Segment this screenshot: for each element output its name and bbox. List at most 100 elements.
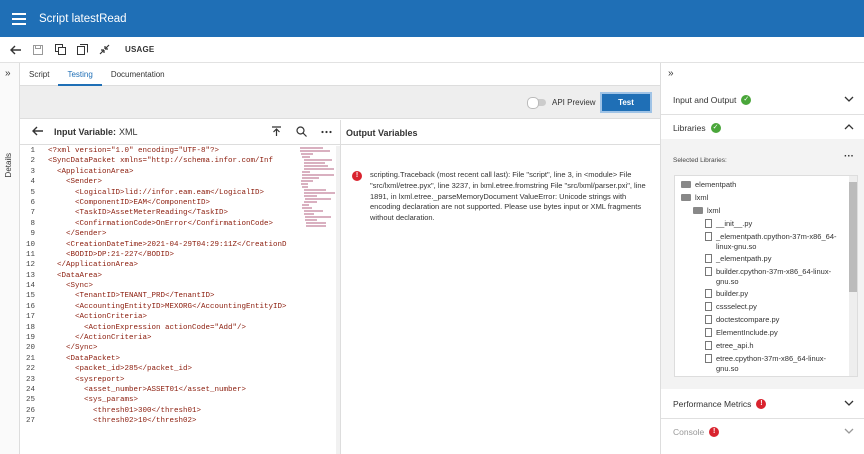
chevron-down-icon[interactable]: [844, 426, 854, 436]
tree-folder[interactable]: lxml: [693, 206, 846, 216]
code-line[interactable]: 15 <TenantID>TENANT_PRD</TenantID>: [20, 291, 300, 301]
code-line[interactable]: 7 <TaskID>AssetMeterReading</TaskID>: [20, 208, 300, 218]
code-line[interactable]: 6 <ComponentID>EAM</ComponentID>: [20, 198, 300, 208]
tree-item-label: etree_api.h: [716, 341, 754, 350]
chevron-up-icon[interactable]: [844, 122, 854, 132]
more-icon[interactable]: ···: [844, 151, 854, 162]
back-arrow-icon[interactable]: [5, 39, 27, 61]
tree-file[interactable]: doctestcompare.py: [705, 315, 846, 325]
code-line[interactable]: 12 </ApplicationArea>: [20, 260, 300, 270]
chevron-down-icon[interactable]: [844, 398, 854, 408]
line-number: 18: [25, 323, 35, 332]
code-line[interactable]: 5 <LogicalID>lid://infor.eam.eam</Logica…: [20, 188, 300, 198]
tree-item-label: _elementpath.py: [716, 254, 772, 263]
line-number: 11: [25, 250, 35, 259]
menu-icon[interactable]: [12, 12, 26, 25]
collapse-panel-icon[interactable]: »: [668, 68, 674, 79]
xml-code-editor[interactable]: 1 <?xml version="1.0" encoding="UTF-8"?> 2…: [20, 146, 300, 454]
code-line[interactable]: 8 <ConfirmationCode>OnError</Confirmatio…: [20, 219, 300, 229]
chevron-down-icon[interactable]: [844, 94, 854, 104]
code-line[interactable]: 3 <ApplicationArea>: [20, 167, 300, 177]
tree-file[interactable]: _elementpath.cpython-37m-x86_64-linux-gn…: [705, 232, 846, 251]
line-number: 25: [25, 396, 35, 405]
tree-file[interactable]: ElementInclude.py: [705, 328, 846, 338]
test-button[interactable]: Test: [600, 92, 652, 113]
code-line[interactable]: 10 <CreationDateTime>2021-04-29T04:29:11…: [20, 240, 300, 250]
save-icon[interactable]: [27, 39, 49, 61]
code-line[interactable]: 19 </ActionCriteria>: [20, 333, 300, 343]
duplicate-icon[interactable]: [71, 39, 93, 61]
code-line[interactable]: 26 <thresh01>300</thresh01>: [20, 406, 300, 416]
code-line[interactable]: 17 <ActionCriteria>: [20, 312, 300, 322]
code-line[interactable]: 13 <DataArea>: [20, 271, 300, 281]
minimap-line: [302, 207, 312, 209]
tree-file[interactable]: _elementpath.py: [705, 254, 846, 264]
copy-icon[interactable]: [49, 39, 71, 61]
code-text: </ApplicationArea>: [48, 261, 139, 270]
minimap-line: [302, 186, 309, 188]
tree-file[interactable]: builder.py: [705, 289, 846, 299]
tree-file[interactable]: etree.h: [705, 376, 846, 377]
minimap-line: [302, 171, 311, 173]
code-line[interactable]: 9 </Sender>: [20, 229, 300, 239]
minimap-line: [300, 147, 323, 149]
tab-script[interactable]: Script: [20, 63, 58, 86]
code-line[interactable]: 22 <packet_id>285</packet_id>: [20, 364, 300, 374]
code-line[interactable]: 25 <sys_params>: [20, 395, 300, 405]
file-icon: [705, 254, 712, 263]
code-line[interactable]: 2 <SyncDataPacket xmlns="http://schema.in…: [20, 156, 300, 166]
minimap-line: [303, 201, 318, 203]
tree-item-label: lxml: [707, 206, 721, 215]
upload-icon[interactable]: [271, 126, 282, 139]
collapse-icon[interactable]: [93, 39, 115, 61]
code-line[interactable]: 4 <Sender>: [20, 177, 300, 187]
api-preview-toggle[interactable]: [527, 97, 546, 109]
line-number: 4: [30, 178, 35, 187]
tree-file[interactable]: etree.cpython-37m-x86_64-linux-gnu.so: [705, 354, 846, 373]
check-icon: ✓: [741, 94, 752, 105]
code-line[interactable]: 23 <sysreport>: [20, 375, 300, 385]
tree-item-label: doctestcompare.py: [716, 315, 780, 324]
tab-testing[interactable]: Testing: [58, 63, 102, 86]
section-console[interactable]: Console !: [661, 417, 864, 447]
code-line[interactable]: 11 <BODID>DP:21-227</BODID>: [20, 250, 300, 260]
code-text: <ConfirmationCode>OnError</ConfirmationC…: [48, 219, 274, 228]
code-line[interactable]: 18 <ActionExpression actionCode="Add"/>: [20, 323, 300, 333]
minimap-line: [303, 165, 328, 167]
tree-file[interactable]: builder.cpython-37m-x86_64-linux-gnu.so: [705, 267, 846, 286]
code-line[interactable]: 16 <AccountingEntityID>MEXORG</Accountin…: [20, 302, 300, 312]
tree-folder[interactable]: lxml: [681, 193, 846, 203]
code-line[interactable]: 21 <DataPacket>: [20, 354, 300, 364]
tree-file[interactable]: cssselect.py: [705, 302, 846, 312]
tab-documentation[interactable]: Documentation: [102, 63, 174, 86]
tree-scrollbar[interactable]: [849, 176, 857, 376]
code-text: <SyncDataPacket xmlns="http://schema.inf…: [48, 157, 274, 166]
details-label[interactable]: Details: [4, 153, 13, 177]
tree-item-label: _elementpath.cpython-37m-x86_64-linux-gn…: [716, 232, 837, 251]
expand-chevron-icon[interactable]: »: [5, 68, 11, 79]
line-number: 7: [30, 209, 35, 218]
tree-file[interactable]: __init__.py: [705, 219, 846, 229]
search-icon[interactable]: [296, 126, 307, 139]
app-title: Script latestRead: [39, 12, 127, 25]
section-performance-metrics[interactable]: Performance Metrics !: [661, 389, 864, 419]
code-line[interactable]: 27 <thresh02>10</thresh02>: [20, 416, 300, 426]
usage-button[interactable]: USAGE: [125, 45, 154, 54]
editor-scrollbar[interactable]: [336, 146, 340, 454]
minimap-line: [301, 153, 313, 155]
library-tree[interactable]: elementpath lxml lxml __init__.py _elementpa…: [674, 175, 858, 377]
tree-file[interactable]: etree_api.h: [705, 341, 846, 351]
code-line[interactable]: 20 </Sync>: [20, 343, 300, 353]
back-arrow-icon[interactable]: [32, 125, 44, 139]
code-line[interactable]: 14 <Sync>: [20, 281, 300, 291]
file-icon: [705, 289, 712, 298]
more-icon[interactable]: [321, 126, 332, 139]
section-input-output[interactable]: Input and Output ✓: [661, 85, 864, 115]
code-minimap[interactable]: [300, 146, 336, 306]
minimap-line: [301, 183, 309, 185]
tree-folder[interactable]: elementpath: [681, 180, 846, 190]
line-number: 3: [30, 167, 35, 176]
code-line[interactable]: 1 <?xml version="1.0" encoding="UTF-8"?>: [20, 146, 300, 156]
code-line[interactable]: 24 <asset_number>ASSET01</asset_number>: [20, 385, 300, 395]
minimap-line: [303, 210, 323, 212]
